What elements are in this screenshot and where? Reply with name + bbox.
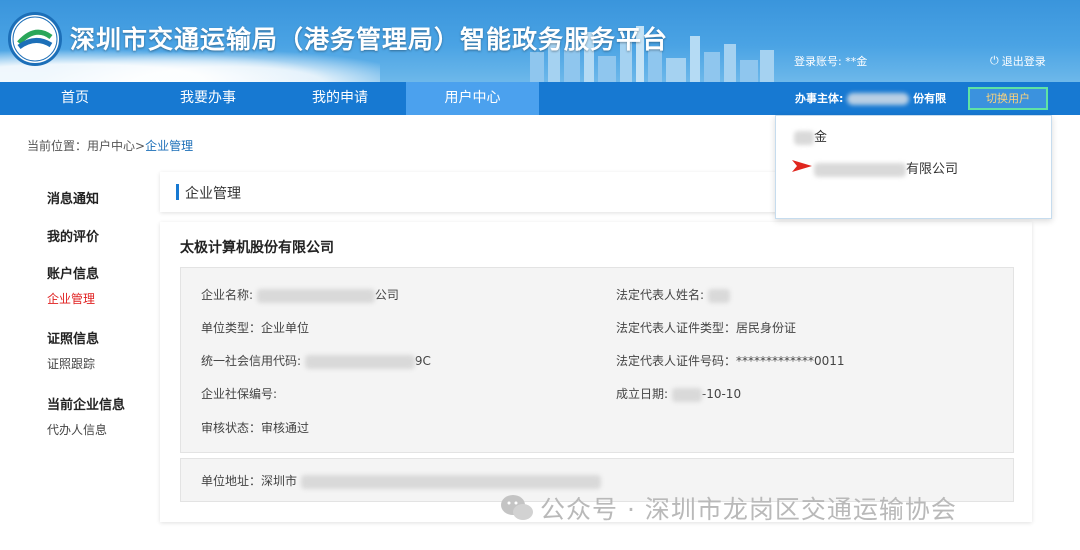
switch-user-dropdown: 金 有限公司 (775, 115, 1052, 219)
login-account: 登录账号: **金 (794, 55, 868, 68)
field-value: 公司 (374, 288, 399, 302)
subject-suffix: 份有限 (913, 92, 947, 105)
watermark: 公众号 · 深圳市龙岗区交通运输协会 (500, 490, 957, 526)
menu-messages[interactable]: 消息通知 (47, 188, 99, 207)
logout-label: 退出登录 (1001, 55, 1046, 68)
field-label: 法定代表人姓名: (616, 288, 705, 302)
redacted-block (256, 288, 375, 303)
field-social-security: 企业社保编号: (201, 387, 278, 401)
menu-enterprise-management[interactable]: 企业管理 (47, 290, 95, 307)
dropdown-item-personal[interactable]: 金 (794, 126, 827, 145)
section-header: 企业管理 (160, 172, 800, 212)
field-value: -10-10 (701, 387, 742, 401)
field-company-name: 企业名称: 公司 (201, 286, 399, 303)
site-logo (8, 12, 62, 66)
power-icon: ⏻ (990, 54, 999, 67)
redacted-block (304, 354, 415, 369)
header-banner: 深圳市交通运输局（港务管理局）智能政务服务平台 登录账号: **金 ⏻ 退出登录 (0, 0, 1080, 82)
company-name-heading: 太极计算机股份有限公司 (180, 240, 334, 256)
redacted-block (794, 130, 814, 145)
field-legal-name: 法定代表人姓名: (616, 286, 730, 303)
dropdown-item-label: 金 (814, 130, 828, 145)
switch-user-button[interactable]: 切换用户 (968, 87, 1048, 110)
breadcrumb-prefix: 当前位置：用户中心> (27, 139, 146, 153)
field-label: 统一社会信用代码: (201, 354, 302, 368)
nav-services[interactable]: 我要办事 (142, 82, 274, 115)
field-review-status: 审核状态：审核通过 (201, 421, 310, 435)
field-legal-id-number: 法定代表人证件号码：*************0011 (616, 354, 845, 368)
logout-button[interactable]: ⏻ 退出登录 (990, 53, 1046, 69)
info-box: 企业名称: 公司 单位类型：企业单位 统一社会信用代码: 9C 企业社保编号: … (180, 267, 1014, 453)
nav-home[interactable]: 首页 (10, 82, 140, 115)
field-value: 9C (414, 354, 431, 368)
field-address: 单位地址：深圳市 (201, 472, 601, 489)
redacted-block (671, 387, 702, 402)
menu-my-reviews[interactable]: 我的评价 (47, 226, 99, 245)
redacted-block (814, 162, 906, 177)
menu-account-info[interactable]: 账户信息 (47, 263, 99, 282)
site-title: 深圳市交通运输局（港务管理局）智能政务服务平台 (70, 25, 669, 54)
section-accent-bar (176, 184, 179, 200)
field-label: 企业名称: (201, 288, 254, 302)
enterprise-info-panel: 太极计算机股份有限公司 企业名称: 公司 单位类型：企业单位 统一社会信用代码:… (160, 222, 1032, 522)
wechat-icon (501, 495, 533, 520)
redacted-block (847, 93, 910, 105)
dropdown-item-company[interactable]: 有限公司 (814, 158, 958, 177)
breadcrumb-current[interactable]: 企业管理 (145, 139, 193, 153)
menu-agent-info[interactable]: 代办人信息 (47, 421, 107, 438)
redacted-block (707, 288, 730, 303)
dropdown-item-label: 有限公司 (906, 162, 959, 177)
menu-current-enterprise[interactable]: 当前企业信息 (47, 394, 125, 413)
subject-label: 办事主体: (795, 92, 844, 105)
field-established-date: 成立日期: -10-10 (616, 385, 741, 402)
field-unit-type: 单位类型：企业单位 (201, 321, 310, 335)
redacted-block (300, 474, 601, 489)
section-title: 企业管理 (185, 186, 241, 202)
field-label: 成立日期: (616, 387, 669, 401)
current-subject: 办事主体: 份有限 (795, 82, 946, 115)
main-nav: 首页 我要办事 我的申请 用户中心 办事主体: 份有限 切换用户 (0, 82, 1080, 115)
nav-user-center[interactable]: 用户中心 (406, 82, 539, 115)
menu-license-tracking[interactable]: 证照跟踪 (47, 355, 95, 372)
selected-arrow-icon (792, 160, 812, 172)
breadcrumb: 当前位置：用户中心>企业管理 (27, 137, 193, 154)
watermark-text: 公众号 · 深圳市龙岗区交通运输协会 (540, 495, 957, 524)
field-legal-id-type: 法定代表人证件类型：居民身份证 (616, 321, 797, 335)
nav-my-applications[interactable]: 我的申请 (274, 82, 406, 115)
field-credit-code: 统一社会信用代码: 9C (201, 352, 431, 369)
field-label: 单位地址：深圳市 (201, 474, 298, 488)
menu-license-info[interactable]: 证照信息 (47, 328, 99, 347)
